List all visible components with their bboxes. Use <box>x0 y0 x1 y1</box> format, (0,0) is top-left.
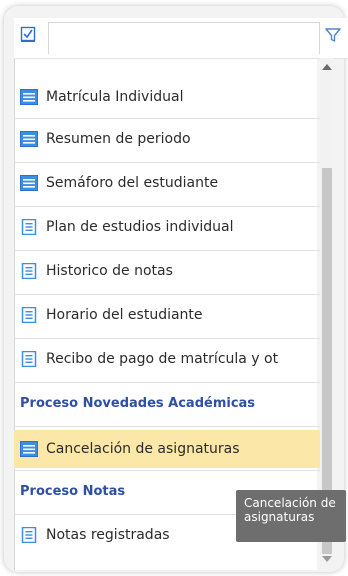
list-icon <box>20 89 38 105</box>
list-item-label: Historico de notas <box>46 263 173 279</box>
tooltip: Cancelación de asignaturas <box>236 490 346 542</box>
list-item[interactable]: Recibo de pago de matrícula y ot <box>14 342 320 376</box>
list-icon <box>20 175 38 191</box>
list-item[interactable]: Plan de estudios individual <box>14 210 320 244</box>
tooltip-line-1: Cancelación de <box>244 496 336 510</box>
list-item-selected[interactable]: Cancelación de asignaturas <box>14 430 320 468</box>
list-item[interactable]: Horario del estudiante <box>14 298 320 332</box>
list-item-label: Semáforo del estudiante <box>46 175 219 191</box>
document-icon <box>21 527 37 543</box>
section-header-label: Proceso Notas <box>20 483 126 499</box>
section-header-label: Proceso Novedades Académicas <box>20 395 256 411</box>
list-item[interactable]: Semáforo del estudiante <box>14 166 320 200</box>
list-item[interactable]: Resumen de periodo <box>14 122 320 156</box>
section-header: Proceso Novedades Académicas <box>14 386 326 420</box>
scroll-down-arrow-icon[interactable] <box>322 556 332 562</box>
search-input[interactable] <box>48 22 320 54</box>
document-icon <box>21 351 37 367</box>
document-icon <box>21 219 37 235</box>
toolbar <box>14 18 348 59</box>
filter-icon[interactable] <box>324 26 342 44</box>
list-item-label: Notas registradas <box>46 527 170 543</box>
tooltip-line-2: asignaturas <box>244 510 315 524</box>
document-icon <box>21 263 37 279</box>
list-item-label: Matrícula Individual <box>46 89 184 105</box>
scroll-up-arrow-icon[interactable] <box>322 64 332 70</box>
checkbox-icon[interactable] <box>20 26 36 42</box>
list-item-label: Plan de estudios individual <box>46 219 234 235</box>
list-item[interactable]: Historico de notas <box>14 254 320 288</box>
list-item-label: Recibo de pago de matrícula y ot <box>46 351 279 367</box>
list-item-label: Resumen de periodo <box>46 131 191 147</box>
list-item-label: Horario del estudiante <box>46 307 203 323</box>
list-icon <box>20 441 38 457</box>
document-icon <box>21 307 37 323</box>
list-item-label: Cancelación de asignaturas <box>46 441 240 457</box>
list-item[interactable]: Matrícula Individual <box>14 80 320 114</box>
list-icon <box>20 131 38 147</box>
